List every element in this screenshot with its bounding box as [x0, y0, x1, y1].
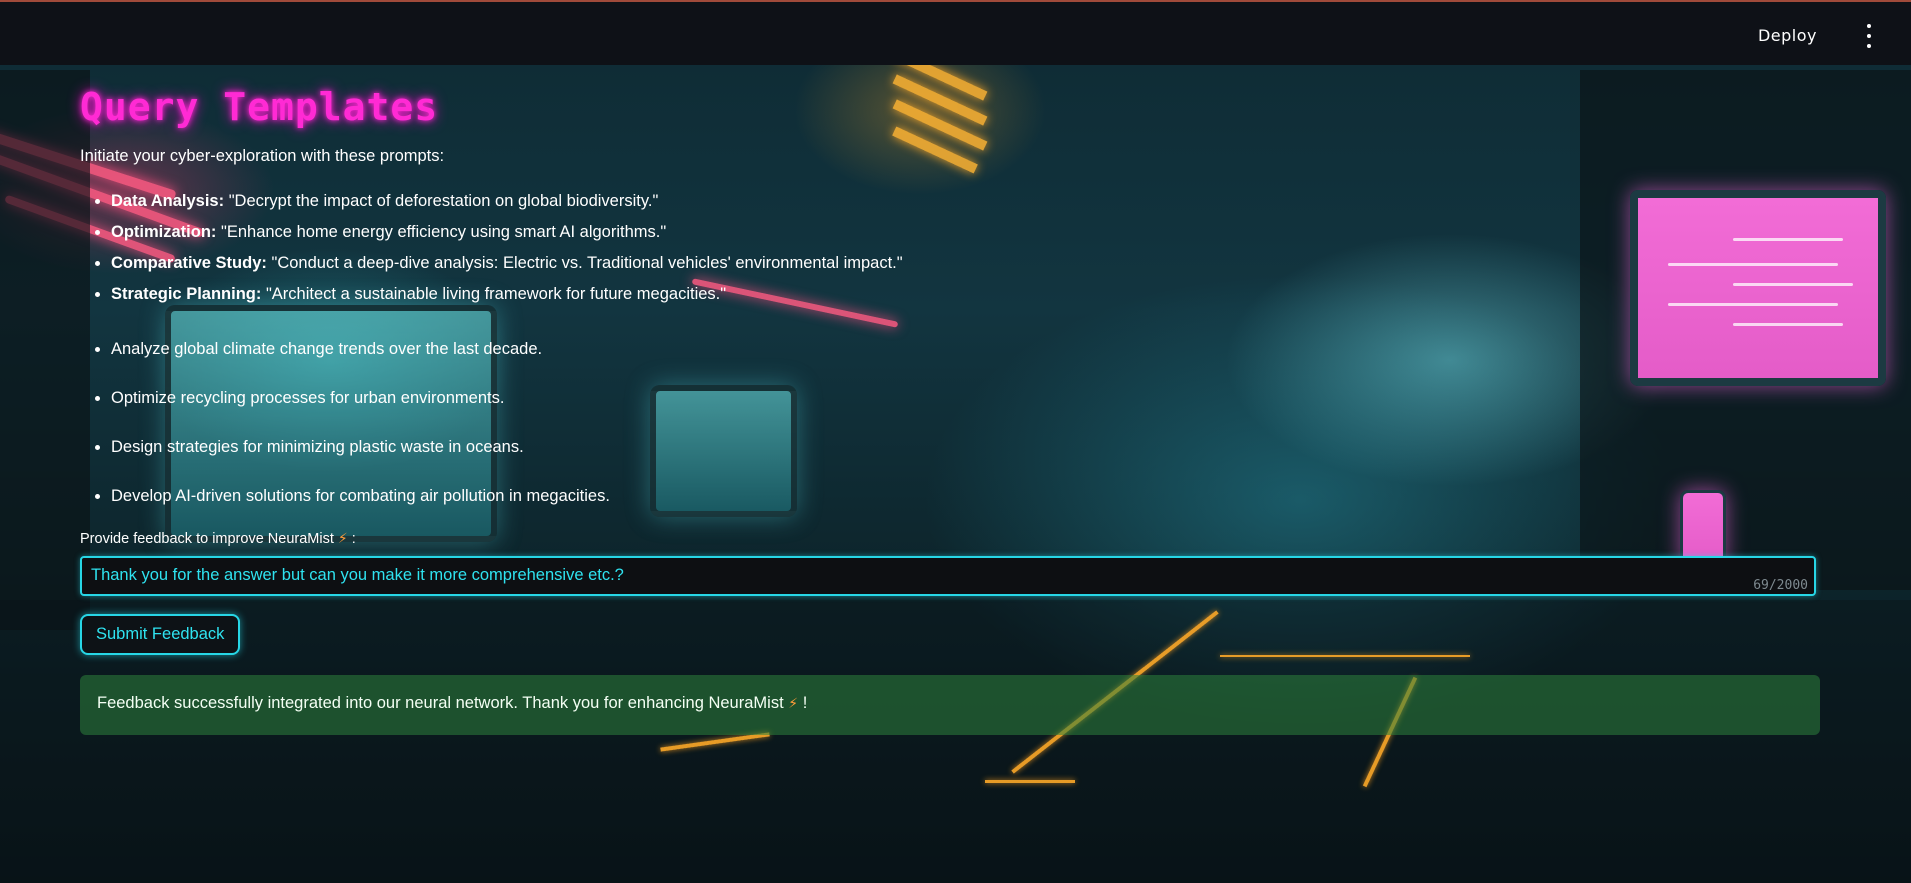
- menu-dot: [1867, 24, 1871, 28]
- template-label: Comparative Study:: [111, 254, 267, 272]
- list-item: Design strategies for minimizing plastic…: [111, 437, 1820, 457]
- template-text: "Decrypt the impact of deforestation on …: [224, 192, 659, 210]
- list-item: Comparative Study: "Conduct a deep-dive …: [111, 248, 1820, 279]
- character-counter: 69/2000: [1753, 578, 1808, 593]
- menu-dot: [1867, 34, 1871, 38]
- submit-feedback-button[interactable]: Submit Feedback: [80, 614, 241, 655]
- list-item: Optimization: "Enhance home energy effic…: [111, 217, 1820, 248]
- main-content: Query Templates Initiate your cyber-expl…: [80, 65, 1820, 735]
- kebab-menu-icon[interactable]: [1861, 24, 1877, 48]
- suggestion-list: Analyze global climate change trends ove…: [80, 339, 1820, 506]
- floor-light: [985, 780, 1075, 783]
- floor-light: [660, 732, 770, 752]
- list-item: Optimize recycling processes for urban e…: [111, 388, 1820, 408]
- template-label: Optimization:: [111, 223, 217, 241]
- feedback-label: Provide feedback to improve NeuraMist ⚡ …: [80, 530, 1820, 547]
- lightning-bolt-icon: ⚡: [788, 695, 799, 711]
- app-header: Deploy: [0, 0, 1911, 65]
- page-title: Query Templates: [80, 85, 439, 129]
- list-item: Analyze global climate change trends ove…: [111, 339, 1820, 359]
- intro-text: Initiate your cyber-exploration with the…: [80, 147, 445, 165]
- success-message-end: !: [802, 694, 808, 712]
- feedback-label-colon: :: [351, 531, 356, 547]
- template-text: "Architect a sustainable living framewor…: [261, 285, 727, 303]
- list-item: Develop AI-driven solutions for combatin…: [111, 486, 1820, 506]
- feedback-input-value[interactable]: Thank you for the answer but can you mak…: [91, 566, 624, 585]
- menu-dot: [1867, 44, 1871, 48]
- template-list: Data Analysis: "Decrypt the impact of de…: [80, 186, 1820, 310]
- feedback-label-text: Provide feedback to improve NeuraMist: [80, 531, 334, 547]
- template-text: "Enhance home energy efficiency using sm…: [216, 223, 667, 241]
- lightning-bolt-icon: ⚡: [337, 530, 348, 546]
- deploy-button[interactable]: Deploy: [1758, 26, 1817, 45]
- success-message: Feedback successfully integrated into ou…: [97, 694, 784, 712]
- success-alert: Feedback successfully integrated into ou…: [80, 675, 1820, 735]
- list-item: Strategic Planning: "Architect a sustain…: [111, 279, 1820, 310]
- template-label: Data Analysis:: [111, 192, 225, 210]
- wall-structure: [0, 70, 90, 630]
- template-text: "Conduct a deep-dive analysis: Electric …: [266, 254, 903, 272]
- template-label: Strategic Planning:: [111, 285, 262, 303]
- feedback-input[interactable]: Thank you for the answer but can you mak…: [80, 556, 1816, 596]
- list-item: Data Analysis: "Decrypt the impact of de…: [111, 186, 1820, 217]
